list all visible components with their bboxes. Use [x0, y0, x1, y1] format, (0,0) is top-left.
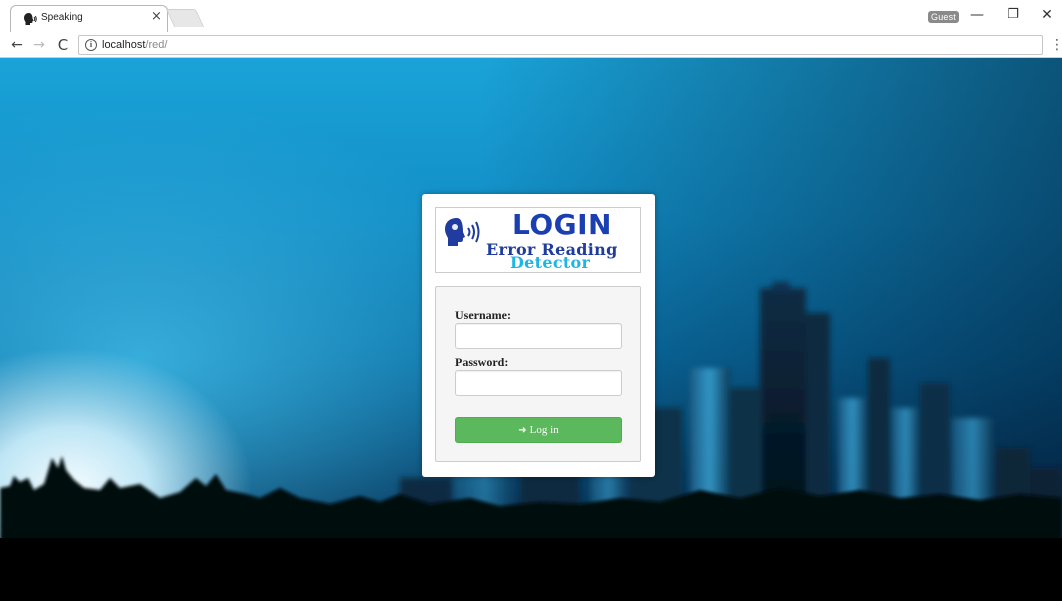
login-card: LOGIN Error Reading Detector Username: P… — [422, 194, 655, 477]
reload-icon[interactable]: C — [54, 35, 72, 55]
tab-title: Speaking — [41, 12, 83, 23]
username-input[interactable] — [455, 323, 622, 349]
login-button[interactable]: ➜ Log in — [455, 417, 622, 443]
back-arrow-icon[interactable]: ← — [8, 35, 26, 55]
restore-icon[interactable]: ❐ — [1003, 5, 1023, 25]
close-window-icon[interactable]: ✕ — [1037, 5, 1057, 25]
url-path: /red/ — [145, 39, 168, 51]
password-input[interactable] — [455, 370, 622, 396]
url-text[interactable]: localhost/red/ — [102, 39, 167, 51]
speaking-head-logo-icon — [445, 218, 480, 246]
password-label: Password: — [455, 355, 509, 369]
page-background: LOGIN Error Reading Detector Username: P… — [0, 58, 1062, 601]
login-button-label: Log in — [529, 424, 559, 436]
browser-menu-icon[interactable]: ⋮ — [1050, 35, 1062, 55]
browser-tab[interactable]: Speaking × — [10, 5, 168, 32]
speaking-head-icon — [24, 13, 37, 25]
new-tab-button[interactable] — [165, 9, 205, 27]
tab-close-icon[interactable]: × — [151, 9, 162, 24]
forward-arrow-icon[interactable]: → — [30, 35, 48, 55]
browser-chrome: Speaking × Guest — ❐ ✕ ← → C i localhost… — [0, 0, 1062, 58]
logo-banner: LOGIN Error Reading Detector — [435, 207, 641, 273]
username-label: Username: — [455, 308, 511, 322]
address-bar[interactable]: i localhost/red/ — [78, 35, 1043, 55]
tab-strip: Speaking × Guest — ❐ ✕ — [0, 0, 1062, 32]
logo-heading: LOGIN — [512, 208, 612, 241]
profile-guest-badge[interactable]: Guest — [928, 11, 960, 23]
url-host: localhost — [102, 39, 146, 51]
login-form: Username: Password: ➜ Log in — [435, 286, 641, 462]
minimize-icon[interactable]: — — [967, 5, 987, 25]
logo-title-line2: Detector — [510, 253, 591, 272]
sign-in-icon: ➜ — [518, 425, 527, 436]
info-icon[interactable]: i — [85, 39, 97, 51]
browser-toolbar: ← → C i localhost/red/ ⋮ — [0, 32, 1062, 58]
